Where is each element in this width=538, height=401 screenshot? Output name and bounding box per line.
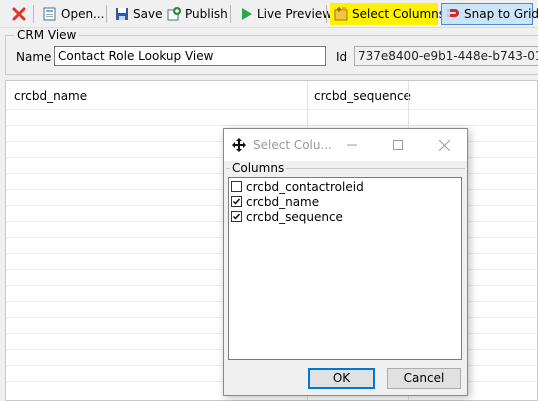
grid-row-line: [6, 109, 537, 110]
list-item-label: crcbd_sequence: [246, 209, 343, 224]
live-preview-label: Live Preview: [257, 7, 333, 21]
toolbar-separator: [326, 5, 327, 23]
list-item[interactable]: crcbd_sequence: [231, 209, 343, 224]
select-columns-button[interactable]: Select Columns: [330, 3, 445, 25]
move-icon: [232, 138, 246, 152]
select-columns-dialog: Select Colu... Columns crcbd_contactrole…: [223, 128, 468, 396]
minimize-icon: [347, 144, 357, 146]
checkmark-icon: [233, 213, 241, 220]
grid-column-header-name[interactable]: crcbd_name: [14, 89, 87, 103]
open-icon: [43, 7, 56, 21]
publish-button[interactable]: Publish: [163, 3, 231, 25]
toolbar-separator: [230, 5, 231, 23]
select-columns-icon: [334, 7, 348, 21]
name-label: Name: [16, 50, 52, 64]
checkbox[interactable]: [231, 211, 242, 222]
open-button[interactable]: Open...: [39, 3, 108, 25]
snap-to-grid-button[interactable]: Snap to Grid: [441, 3, 538, 25]
crm-view-group-title: CRM View: [14, 28, 80, 42]
columns-listbox[interactable]: crcbd_contactroleid crcbd_name crcbd_seq…: [228, 177, 462, 360]
maximize-icon: [393, 140, 403, 150]
list-item[interactable]: crcbd_contactroleid: [231, 179, 364, 194]
grid-row-line: [6, 125, 537, 126]
name-field[interactable]: Contact Role Lookup View: [54, 46, 326, 66]
id-label: Id: [336, 50, 348, 64]
columns-group-title: Columns: [230, 161, 287, 175]
open-label: Open...: [61, 7, 105, 21]
maximize-button[interactable]: [375, 129, 421, 161]
select-columns-label: Select Columns: [352, 7, 446, 21]
live-preview-button[interactable]: Live Preview: [235, 3, 335, 25]
close-icon: [438, 139, 450, 151]
grid-column-header-sequence[interactable]: crcbd_sequence: [314, 89, 411, 103]
close-button[interactable]: [8, 3, 30, 25]
toolbar-separator: [33, 5, 34, 23]
close-icon: [12, 7, 26, 21]
id-field[interactable]: 737e8400-e9b1-448e-b743-019a0335b: [354, 46, 538, 66]
dialog-close-button[interactable]: [421, 129, 467, 161]
save-label: Save: [133, 7, 163, 21]
toolbar-separator: [106, 5, 107, 23]
checkbox[interactable]: [231, 196, 242, 207]
ok-button[interactable]: OK: [308, 368, 375, 389]
publish-icon: [167, 7, 181, 21]
dialog-title: Select Colu...: [253, 138, 332, 152]
checkbox[interactable]: [231, 181, 242, 192]
cancel-button[interactable]: Cancel: [387, 368, 461, 389]
minimize-button[interactable]: [329, 129, 375, 161]
magnet-icon: [447, 9, 459, 17]
checkmark-icon: [233, 198, 241, 205]
list-item-label: crcbd_contactroleid: [246, 179, 364, 194]
snap-to-grid-label: Snap to Grid: [464, 7, 538, 21]
play-icon: [242, 8, 252, 20]
list-item-label: crcbd_name: [246, 194, 320, 209]
save-button[interactable]: Save: [111, 3, 165, 25]
crm-view-group: CRM View Name Contact Role Lookup View I…: [5, 28, 538, 75]
save-icon: [116, 8, 128, 20]
publish-label: Publish: [185, 7, 228, 21]
dialog-titlebar[interactable]: Select Colu...: [224, 129, 467, 161]
list-item[interactable]: crcbd_name: [231, 194, 319, 209]
toolbar: Open... Save Publish Live Preview Select: [0, 0, 538, 28]
